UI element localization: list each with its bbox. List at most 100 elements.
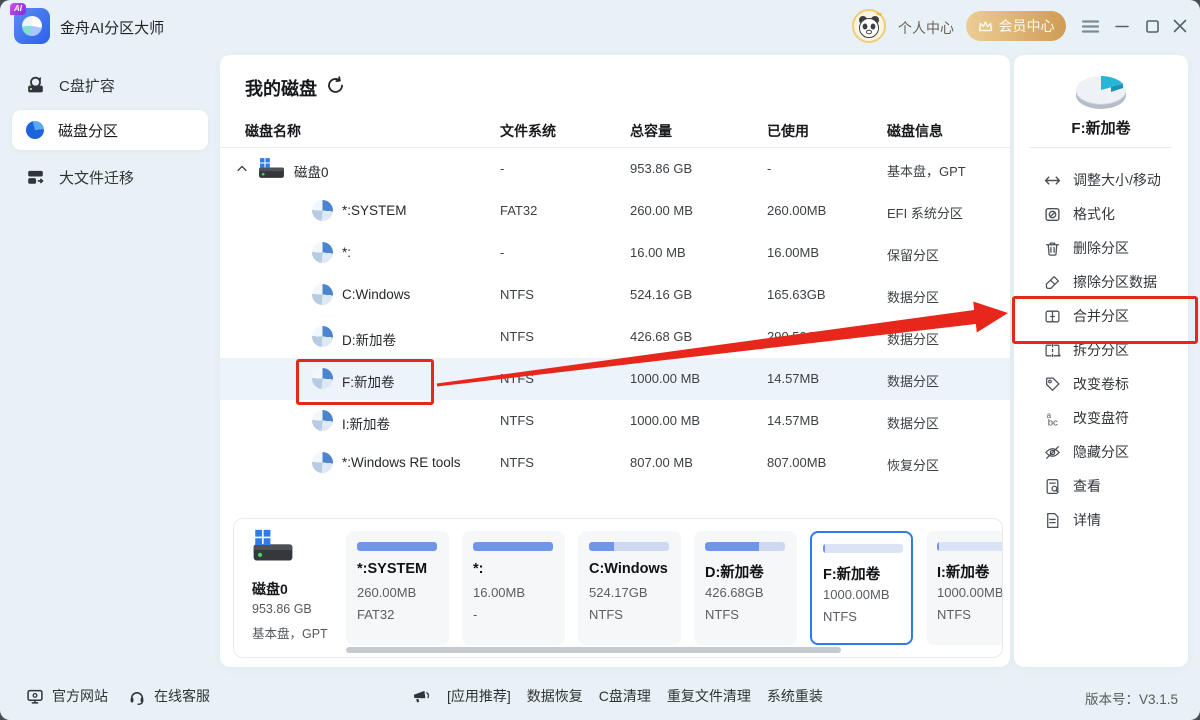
cell-info: 恢复分区 bbox=[887, 455, 939, 474]
footer-app-links: [应用推荐] 数据恢复 C盘清理 重复文件清理 系统重装 bbox=[412, 672, 823, 720]
trash-icon bbox=[1044, 240, 1061, 257]
table-row-system[interactable]: *:SYSTEM FAT32 260.00 MB 260.00MB EFI 系统… bbox=[220, 190, 1010, 232]
usage-bar bbox=[357, 542, 437, 551]
action-erase-partition-data[interactable]: 擦除分区数据 bbox=[1014, 265, 1188, 299]
card-size: 426.68GB bbox=[705, 585, 764, 600]
table-row-i-volume[interactable]: I:新加卷 NTFS 1000.00 MB 14.57MB 数据分区 bbox=[220, 400, 1010, 442]
cell-info: 数据分区 bbox=[887, 371, 939, 390]
close-button[interactable] bbox=[1168, 14, 1192, 38]
table-row-c-windows[interactable]: C:Windows NTFS 524.16 GB 165.63GB 数据分区 bbox=[220, 274, 1010, 316]
disk-summary-type: 基本盘，GPT bbox=[252, 623, 328, 642]
cell-used: 14.57MB bbox=[767, 413, 819, 428]
chevron-up-icon[interactable] bbox=[236, 163, 248, 175]
ai-badge: AI bbox=[10, 3, 26, 15]
footer-link-duplicate-clean[interactable]: 重复文件清理 bbox=[667, 686, 751, 706]
headset-icon bbox=[128, 688, 146, 705]
action-format[interactable]: 格式化 bbox=[1014, 197, 1188, 231]
usage-bar bbox=[589, 542, 669, 551]
file-migrate-icon bbox=[26, 168, 45, 186]
cell-info: 数据分区 bbox=[887, 287, 939, 306]
action-view[interactable]: 查看 bbox=[1014, 469, 1188, 503]
cell-total: 426.68 GB bbox=[630, 329, 692, 344]
action-change-drive-letter[interactable]: a bc 改变盘符 bbox=[1014, 401, 1188, 435]
hdd-icon bbox=[258, 157, 285, 180]
cell-total: 1000.00 MB bbox=[630, 371, 700, 386]
maximize-button[interactable] bbox=[1140, 14, 1164, 38]
card-title: D:新加卷 bbox=[705, 561, 764, 582]
table-row-f-volume-selected[interactable]: F:新加卷 NTFS 1000.00 MB 14.57MB 数据分区 bbox=[220, 358, 1010, 400]
sidebar-item-c-drive-expand[interactable]: C盘扩容 bbox=[12, 65, 208, 105]
action-delete-partition[interactable]: 删除分区 bbox=[1014, 231, 1188, 265]
cell-used: 260.00MB bbox=[767, 203, 826, 218]
partition-card-d-volume[interactable]: D:新加卷 426.68GB NTFS bbox=[694, 531, 797, 645]
action-merge-partition[interactable]: 合并分区 bbox=[1014, 299, 1188, 333]
member-center-label: 会员中心 bbox=[999, 16, 1055, 36]
minimize-button[interactable] bbox=[1110, 14, 1134, 38]
usage-bar bbox=[823, 544, 903, 553]
logo-pie-icon bbox=[22, 16, 42, 36]
partition-actions-panel: F:新加卷 调整大小/移动 格式化 删除分区 擦除 bbox=[1014, 55, 1188, 667]
card-title: F:新加卷 bbox=[823, 563, 880, 584]
menu-button[interactable] bbox=[1078, 14, 1102, 38]
partition-card-reserved[interactable]: *: 16.00MB - bbox=[462, 531, 565, 645]
action-change-volume-label[interactable]: 改变卷标 bbox=[1014, 367, 1188, 401]
disk-expand-icon bbox=[26, 76, 45, 94]
partition-card-i-volume[interactable]: I:新加卷 1000.00MB NTFS bbox=[926, 531, 1003, 645]
resize-move-icon bbox=[1044, 172, 1061, 189]
partition-pie-icon bbox=[312, 326, 333, 347]
hamburger-icon bbox=[1082, 20, 1099, 33]
format-icon bbox=[1044, 206, 1061, 223]
divider bbox=[1030, 147, 1172, 148]
footer-link-data-recovery[interactable]: 数据恢复 bbox=[527, 686, 583, 706]
sidebar-item-label: C盘扩容 bbox=[59, 75, 115, 96]
cell-total: 16.00 MB bbox=[630, 245, 686, 260]
split-icon bbox=[1044, 342, 1061, 359]
member-center-button[interactable]: 会员中心 bbox=[966, 11, 1066, 41]
card-fs: NTFS bbox=[823, 609, 857, 624]
table-row-reserved[interactable]: *: - 16.00 MB 16.00MB 保留分区 bbox=[220, 232, 1010, 274]
table-row-windows-re[interactable]: *:Windows RE tools NTFS 807.00 MB 807.00… bbox=[220, 442, 1010, 484]
table-row-d-volume[interactable]: D:新加卷 NTFS 426.68 GB 290.50GB 数据分区 bbox=[220, 316, 1010, 358]
horizontal-scrollbar[interactable] bbox=[346, 647, 841, 653]
footer-link-app-recommend[interactable]: [应用推荐] bbox=[447, 686, 511, 706]
partition-card-f-volume-selected[interactable]: F:新加卷 1000.00MB NTFS bbox=[810, 531, 913, 645]
footer-link-c-clean[interactable]: C盘清理 bbox=[599, 686, 651, 706]
header-total-capacity: 总容量 bbox=[630, 121, 672, 141]
sidebar-item-label: 大文件迁移 bbox=[59, 167, 134, 188]
footer-link-system-reinstall[interactable]: 系统重装 bbox=[767, 686, 823, 706]
table-row-disk0[interactable]: 磁盘0 - 953.86 GB - 基本盘，GPT bbox=[220, 148, 1010, 190]
cell-fs: NTFS bbox=[500, 455, 534, 470]
action-details[interactable]: 详情 bbox=[1014, 503, 1188, 537]
cell-used: 14.57MB bbox=[767, 371, 819, 386]
action-split-partition[interactable]: 拆分分区 bbox=[1014, 333, 1188, 367]
sidebar-item-disk-partition[interactable]: 磁盘分区 bbox=[12, 110, 208, 150]
action-label: 查看 bbox=[1073, 476, 1101, 496]
cell-info: 基本盘，GPT bbox=[887, 161, 966, 180]
header-file-system: 文件系统 bbox=[500, 121, 556, 141]
app-logo-icon: AI bbox=[14, 8, 50, 44]
letters-icon: a bc bbox=[1044, 410, 1061, 427]
refresh-button[interactable] bbox=[326, 76, 345, 100]
partition-card-c-windows[interactable]: C:Windows 524.17GB NTFS bbox=[578, 531, 681, 645]
cell-info: EFI 系统分区 bbox=[887, 203, 963, 222]
partition-card-system[interactable]: *:SYSTEM 260.00MB FAT32 bbox=[346, 531, 449, 645]
cell-total: 953.86 GB bbox=[630, 161, 692, 176]
official-website-link[interactable]: 官方网站 bbox=[26, 672, 108, 720]
sidebar-item-label: 磁盘分区 bbox=[58, 120, 118, 141]
cell-used: 807.00MB bbox=[767, 455, 826, 470]
usage-bar bbox=[705, 542, 785, 551]
online-service-link[interactable]: 在线客服 bbox=[128, 672, 210, 720]
user-avatar[interactable] bbox=[852, 9, 886, 43]
sidebar-item-big-file-migration[interactable]: 大文件迁移 bbox=[12, 157, 208, 197]
action-resize-move[interactable]: 调整大小/移动 bbox=[1014, 163, 1188, 197]
disk-summary-size: 953.86 GB bbox=[252, 602, 312, 616]
cell-disk-name: 磁盘0 bbox=[294, 161, 329, 181]
cell-disk-name: C:Windows bbox=[342, 287, 410, 302]
disk-list-panel: 我的磁盘 磁盘名称 文件系统 总容量 已使用 磁盘信息 bbox=[220, 55, 1010, 667]
partition-map: 磁盘0 953.86 GB 基本盘，GPT *:SYSTEM 260.00MB … bbox=[233, 518, 1003, 658]
action-hide-partition[interactable]: 隐藏分区 bbox=[1014, 435, 1188, 469]
profile-center-link[interactable]: 个人中心 bbox=[898, 18, 954, 38]
header-disk-info: 磁盘信息 bbox=[887, 121, 943, 141]
merge-icon bbox=[1044, 308, 1061, 325]
partition-pie-icon bbox=[312, 200, 333, 221]
